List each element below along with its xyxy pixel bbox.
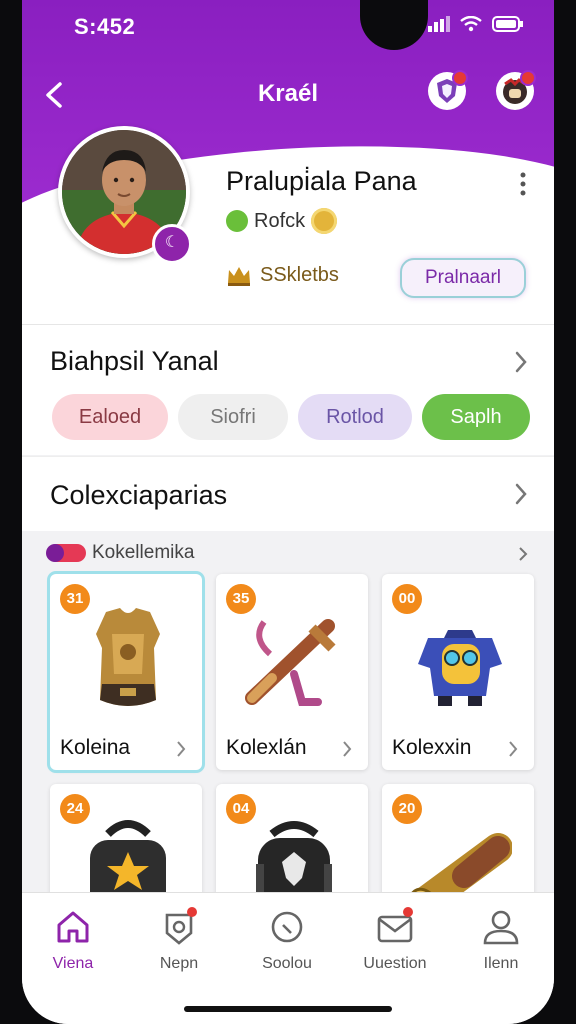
bottom-nav: Viena Nepn Soolou Uuestion Ilenn: [22, 892, 554, 1024]
nav-item-mail[interactable]: Uuestion: [350, 907, 440, 973]
robot-costume-icon: [418, 630, 502, 706]
page-title: Kraél: [257, 80, 319, 107]
more-options-icon[interactable]: [520, 172, 526, 196]
chevron-right-icon: [177, 741, 186, 757]
rank-row: Rofck: [226, 208, 338, 234]
status-time: S:452: [74, 14, 136, 39]
nav-label: Uuestion: [363, 955, 427, 972]
filter-pill-1[interactable]: Siofri: [178, 394, 288, 440]
crown-icon: [228, 266, 250, 286]
notification-dot: [520, 70, 536, 86]
notification-dot: [452, 70, 468, 86]
section-two-title: Colexciaparias: [50, 480, 228, 510]
tile-label: Kolexxin: [392, 736, 472, 759]
nav-item-profile[interactable]: Ilenn: [456, 907, 546, 973]
home-icon: [57, 911, 89, 943]
profile-action-button[interactable]: Pralnaarl: [400, 258, 526, 298]
signal-icon: [428, 16, 450, 32]
wifi-icon: [460, 16, 482, 32]
collection-subheader-label: Kokellemika: [92, 542, 195, 563]
tile-label: Kolexlán: [226, 736, 307, 759]
nav-label: Soolou: [262, 955, 312, 972]
chevron-right-icon[interactable]: [514, 482, 528, 506]
filter-pill-0[interactable]: Ealoed: [52, 394, 168, 440]
skill-label: SSkletbs: [260, 264, 339, 286]
rank-label: Rofck: [254, 209, 306, 232]
collection-tile-1[interactable]: 35 Kolexlán: [216, 574, 368, 770]
armor-vest-icon: [96, 608, 160, 706]
chevron-right-icon[interactable]: [518, 546, 528, 562]
pill-label: Siofri: [210, 405, 256, 428]
chevron-right-icon: [343, 741, 352, 757]
section-one-title: Biahpsil Yanal: [50, 346, 219, 376]
pill-label: Ealoed: [78, 405, 142, 428]
status-icons: [428, 16, 524, 32]
nav-item-search[interactable]: Soolou: [242, 907, 332, 973]
nav-item-badge[interactable]: Nepn: [134, 907, 224, 973]
profile-icon: [483, 910, 519, 945]
search-icon: [271, 911, 303, 943]
notification-dot: [403, 907, 413, 917]
chevron-right-icon[interactable]: [514, 350, 528, 374]
tile-label: Koleina: [60, 736, 131, 759]
team-badge-button[interactable]: [428, 70, 468, 110]
avatar-status-badge: ☾: [152, 224, 192, 264]
collection-tile-2[interactable]: 00 Kolexxin: [382, 574, 534, 770]
chevron-right-icon: [509, 741, 518, 757]
filter-pill-2[interactable]: Rotlod: [298, 394, 412, 440]
collection-subheader: Kokellemika: [46, 542, 195, 564]
nav-item-home[interactable]: Viena: [28, 907, 118, 973]
gold-coin-icon: [311, 208, 338, 234]
nav-label: Viena: [52, 955, 94, 972]
app-screen: S:452 Kraél ☾ Pralupi̇ala Pana Rofck SSk…: [22, 0, 554, 1024]
mascot-button[interactable]: [496, 70, 536, 110]
filter-pill-3[interactable]: Saplh: [422, 394, 530, 440]
collection-badge-icon: [46, 544, 86, 562]
nav-label: Nepn: [159, 955, 199, 972]
skill-row: SSkletbs: [226, 264, 339, 287]
home-indicator[interactable]: [184, 1006, 392, 1012]
pill-label: Rotlod: [326, 405, 384, 428]
profile-name: Pralupi̇ala Pana: [226, 166, 417, 196]
rank-status-icon: [226, 210, 248, 232]
nav-label: Ilenn: [483, 955, 519, 972]
crossbow-icon: [245, 619, 336, 706]
notification-dot: [187, 907, 197, 917]
battery-icon: [492, 16, 523, 32]
pill-label: Saplh: [450, 405, 502, 428]
collection-tile-0[interactable]: 31 Koleina: [50, 574, 202, 770]
